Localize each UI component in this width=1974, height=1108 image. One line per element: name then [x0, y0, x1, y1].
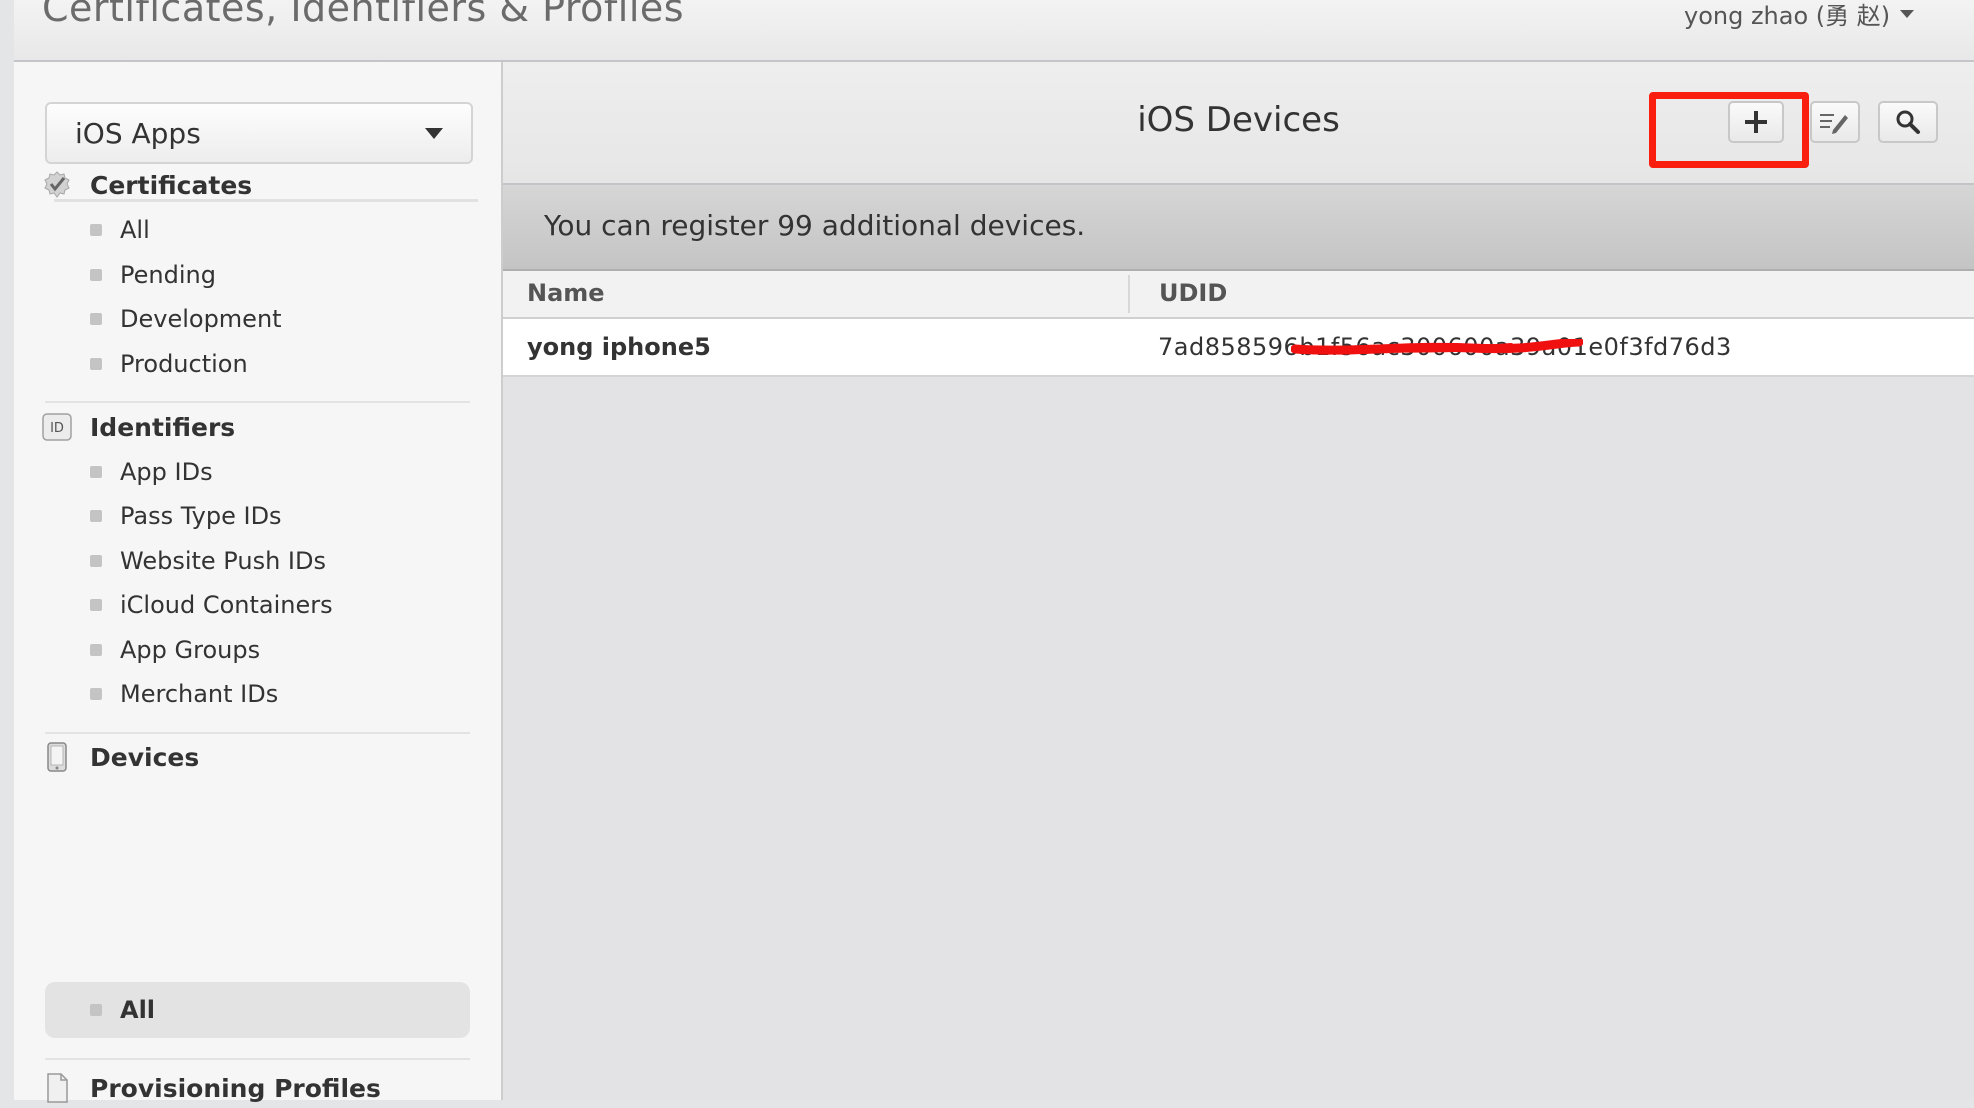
- bullet-icon: [90, 224, 102, 236]
- sidebar-section-label: Provisioning Profiles: [90, 1073, 381, 1103]
- user-menu[interactable]: yong zhao (勇 赵): [1684, 0, 1915, 31]
- sidebar-item-app-groups[interactable]: App Groups: [90, 630, 260, 670]
- sidebar-item-merchant-ids[interactable]: Merchant IDs: [90, 674, 278, 714]
- chevron-down-icon: [1900, 9, 1915, 18]
- bullet-icon: [90, 313, 102, 325]
- sidebar-item-label: Production: [120, 350, 248, 378]
- bullet-icon: [90, 510, 102, 522]
- divider: [45, 401, 470, 403]
- sidebar-item-label: App Groups: [120, 636, 261, 664]
- table-header: Name UDID: [503, 271, 1974, 319]
- chevron-down-icon: [425, 127, 443, 139]
- sidebar-item-label: Development: [120, 305, 282, 333]
- sidebar-item-label: Merchant IDs: [120, 680, 279, 708]
- document-icon: [42, 1073, 72, 1103]
- edit-devices-button[interactable]: [1810, 101, 1860, 143]
- main-header: iOS Devices: [503, 62, 1974, 185]
- column-header-udid[interactable]: UDID: [1159, 279, 1227, 307]
- platform-select[interactable]: iOS Apps: [45, 102, 473, 164]
- sidebar-section-label: Devices: [90, 742, 200, 772]
- search-button[interactable]: [1878, 101, 1938, 143]
- sidebar-section-label: Identifiers: [90, 412, 236, 442]
- magnifier-icon: [1896, 110, 1920, 134]
- bullet-icon: [90, 269, 102, 281]
- bullet-icon: [90, 599, 102, 611]
- table-row[interactable]: yong iphone5 7ad858596b1f56ac300600a39a0…: [503, 319, 1974, 377]
- sidebar-item-label: iCloud Containers: [120, 591, 333, 619]
- certificate-seal-icon: [42, 170, 72, 200]
- sidebar-section-provisioning-profiles[interactable]: Provisioning Profiles: [42, 1068, 381, 1108]
- sidebar-item-app-ids[interactable]: App IDs: [90, 452, 213, 492]
- user-name: yong zhao (勇 赵): [1684, 2, 1891, 30]
- edit-list-icon: [1820, 114, 1848, 134]
- top-header: Certificates, Identifiers & Profiles yon…: [14, 0, 1974, 62]
- sidebar-section-certificates: Certificates: [42, 165, 252, 205]
- bullet-icon: [90, 555, 102, 567]
- sidebar-item-label: All: [120, 996, 156, 1024]
- bullet-icon: [90, 1004, 102, 1016]
- sidebar-item-icloud-containers[interactable]: iCloud Containers: [90, 585, 333, 625]
- sidebar-item-label: Pass Type IDs: [120, 502, 282, 530]
- device-icon: [42, 742, 72, 772]
- column-divider: [1128, 275, 1130, 313]
- sidebar-item-devices-all[interactable]: All: [90, 990, 155, 1030]
- main-panel: iOS Devices You can register 99 addition…: [503, 62, 1974, 1100]
- sidebar-item-pass-type-ids[interactable]: Pass Type IDs: [90, 496, 282, 536]
- annotation-highlight-box: [1649, 92, 1809, 168]
- id-badge-text: ID: [50, 421, 64, 436]
- page-title: Certificates, Identifiers & Profiles: [42, 0, 685, 30]
- sidebar-item-certificates-production[interactable]: Production: [90, 344, 248, 384]
- notice-bar: You can register 99 additional devices.: [503, 185, 1974, 271]
- sidebar-item-certificates-development[interactable]: Development: [90, 299, 282, 339]
- sidebar-section-identifiers: ID Identifiers: [42, 407, 235, 447]
- platform-select-value: iOS Apps: [75, 116, 201, 150]
- device-quota-notice: You can register 99 additional devices.: [544, 209, 1086, 242]
- divider: [45, 1058, 470, 1060]
- sidebar-item-label: All: [120, 216, 150, 244]
- divider: [45, 732, 470, 734]
- column-header-name[interactable]: Name: [527, 279, 605, 307]
- sidebar-item-certificates-all[interactable]: All: [90, 210, 150, 250]
- redaction-scribble: [1291, 339, 1583, 355]
- bullet-icon: [90, 466, 102, 478]
- sidebar-item-label: App IDs: [120, 458, 213, 486]
- sidebar-item-label: Pending: [120, 261, 216, 289]
- bullet-icon: [90, 358, 102, 370]
- bullet-icon: [90, 688, 102, 700]
- bullet-icon: [90, 644, 102, 656]
- sidebar-section-devices: Devices: [42, 737, 199, 777]
- sidebar: iOS Apps Certificates All Pending Develo…: [14, 62, 503, 1103]
- sidebar-item-certificates-pending[interactable]: Pending: [90, 255, 216, 295]
- device-name: yong iphone5: [527, 333, 711, 361]
- sidebar-item-website-push-ids[interactable]: Website Push IDs: [90, 541, 326, 581]
- sidebar-item-label: Website Push IDs: [120, 547, 326, 575]
- sidebar-section-label: Certificates: [90, 170, 253, 200]
- empty-content-area: [503, 377, 1974, 1100]
- id-badge-icon: ID: [42, 412, 72, 442]
